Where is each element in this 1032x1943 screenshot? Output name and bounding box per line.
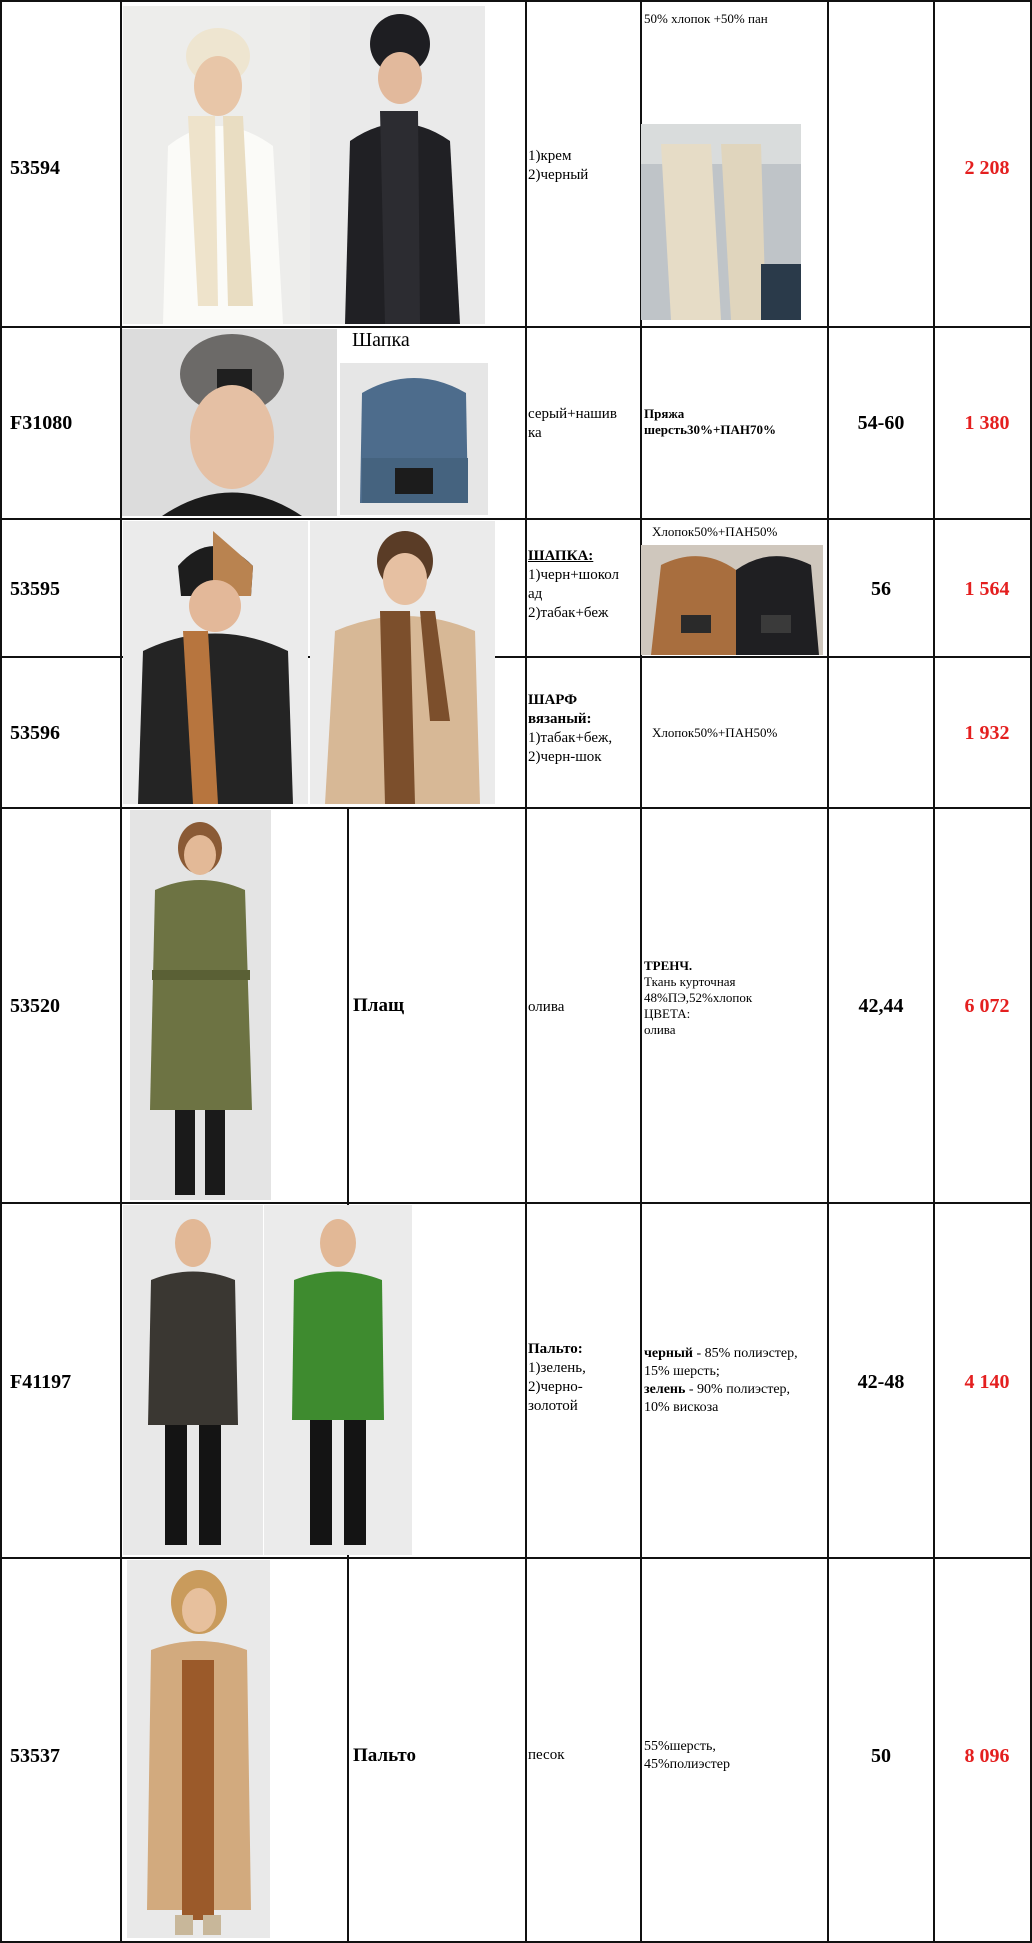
product-photo-beige-coat-scarf — [310, 521, 495, 804]
article-number: 53596 — [10, 722, 60, 744]
col-divider — [120, 0, 122, 1943]
product-photo-black-scarf-hat — [310, 6, 485, 324]
col-divider — [525, 0, 527, 1943]
size: 56 — [871, 578, 891, 600]
color-options: песок — [528, 1746, 565, 1765]
composition-line: 48%ПЭ,52%хлопок — [644, 990, 753, 1005]
color-option: песок — [528, 1747, 565, 1763]
row-divider — [0, 1202, 1032, 1204]
col-divider — [0, 0, 2, 1943]
composition: 55%шерсть, 45%полиэстер — [644, 1738, 730, 1774]
composition-line: 10% вискоза — [644, 1400, 719, 1415]
composition: 50% хлопок +50% пан — [644, 11, 768, 26]
composition: Хлопок50%+ПАН50% — [652, 725, 778, 740]
composition-line: 55%шерсть, — [644, 1739, 716, 1754]
row-divider — [0, 0, 1032, 2]
color-options: 1)крем 2)черный — [528, 147, 588, 185]
product-photo-green-coat — [264, 1205, 412, 1555]
color-option: золотой — [528, 1398, 578, 1414]
composition: Пряжа шерсть30%+ПАН70% — [644, 406, 776, 438]
color-options: ШАПКА: 1)черн+шокол ад 2)табак+беж — [528, 547, 619, 623]
composition-heading: ТРЕНЧ. — [644, 958, 693, 973]
color-options: ШАРФ вязаный: 1)табак+беж, 2)черн-шок — [528, 691, 612, 767]
article-number: 53595 — [10, 578, 60, 600]
price: 1 380 — [964, 412, 1010, 434]
color-option: 2)черный — [528, 167, 589, 183]
product-photo-cream-scarf-hat — [123, 6, 310, 324]
price: 2 208 — [964, 157, 1010, 179]
product-photo-black-jacket-scarf — [123, 521, 308, 804]
color-options: серый+нашив ка — [528, 405, 617, 443]
size: 42-48 — [857, 1371, 905, 1393]
product-name: Шапка — [352, 329, 410, 351]
color-option: ка — [528, 425, 542, 441]
row-divider — [0, 1557, 1032, 1559]
article-number: F31080 — [10, 412, 73, 434]
color-heading: вязаный: — [528, 711, 592, 727]
product-photo-scarf-detail — [641, 124, 801, 320]
row-divider — [0, 326, 1032, 328]
row-divider — [0, 807, 1032, 809]
col-divider — [827, 0, 829, 1943]
size: 42,44 — [858, 995, 904, 1017]
color-options: Пальто: 1)зелень, 2)черно- золотой — [528, 1340, 586, 1416]
color-option: 2)черн-шок — [528, 749, 602, 765]
price: 6 072 — [964, 995, 1010, 1017]
composition-line: Пряжа — [644, 406, 685, 421]
color-option: 1)табак+беж, — [528, 730, 613, 746]
color-option: олива — [528, 999, 565, 1015]
article-number: F41197 — [10, 1371, 72, 1393]
product-photo-black-gold-coat — [123, 1205, 263, 1555]
color-heading: ШАПКА: — [528, 548, 594, 564]
product-photo-sand-coat — [127, 1560, 270, 1938]
composition-line: олива — [644, 1022, 676, 1037]
composition-line: Ткань курточная — [644, 974, 736, 989]
size: 54-60 — [857, 412, 905, 434]
color-option: 1)крем — [528, 148, 572, 164]
product-photo-blue-beanie — [340, 363, 488, 515]
price: 4 140 — [964, 1371, 1010, 1393]
composition: ТРЕНЧ. Ткань курточная 48%ПЭ,52%хлопок Ц… — [644, 958, 752, 1038]
col-divider — [933, 0, 935, 1943]
article-number: 53520 — [10, 995, 60, 1017]
color-option: 1)зелень, — [528, 1360, 586, 1376]
composition-line: шерсть30%+ПАН70% — [644, 422, 777, 437]
composition: Хлопок50%+ПАН50% — [652, 524, 778, 539]
color-option: серый+нашив — [528, 406, 617, 422]
article-number: 53594 — [10, 157, 60, 179]
product-photo-hats-detail — [641, 545, 823, 655]
color-heading: Пальто: — [528, 1341, 583, 1357]
color-option: 1)черн+шокол — [528, 567, 620, 583]
composition-line: 15% шерсть; — [644, 1364, 720, 1379]
color-heading: ШАРФ — [528, 692, 578, 708]
row-divider — [0, 518, 1032, 520]
price: 1 564 — [964, 578, 1010, 600]
composition-line: ЦВЕТА: — [644, 1006, 691, 1021]
product-name: Пальто — [353, 1745, 417, 1766]
product-name: Плащ — [353, 995, 404, 1016]
product-photo-grey-beanie-model — [122, 329, 337, 516]
composition-line: зелень - 90% полиэстер, — [644, 1382, 791, 1397]
price: 8 096 — [964, 1745, 1010, 1767]
size: 50 — [871, 1745, 891, 1767]
color-option: ад — [528, 586, 543, 602]
color-option: 2)черно- — [528, 1379, 583, 1395]
color-option: 2)табак+беж — [528, 605, 609, 621]
price: 1 932 — [964, 722, 1010, 744]
composition: черный - 85% полиэстер, 15% шерсть; зеле… — [644, 1345, 798, 1417]
product-photo-olive-trench — [130, 810, 271, 1200]
article-number: 53537 — [10, 1745, 60, 1767]
color-options: олива — [528, 999, 564, 1015]
composition-line: 45%полиэстер — [644, 1757, 731, 1772]
composition-line: черный - 85% полиэстер, — [644, 1346, 798, 1361]
